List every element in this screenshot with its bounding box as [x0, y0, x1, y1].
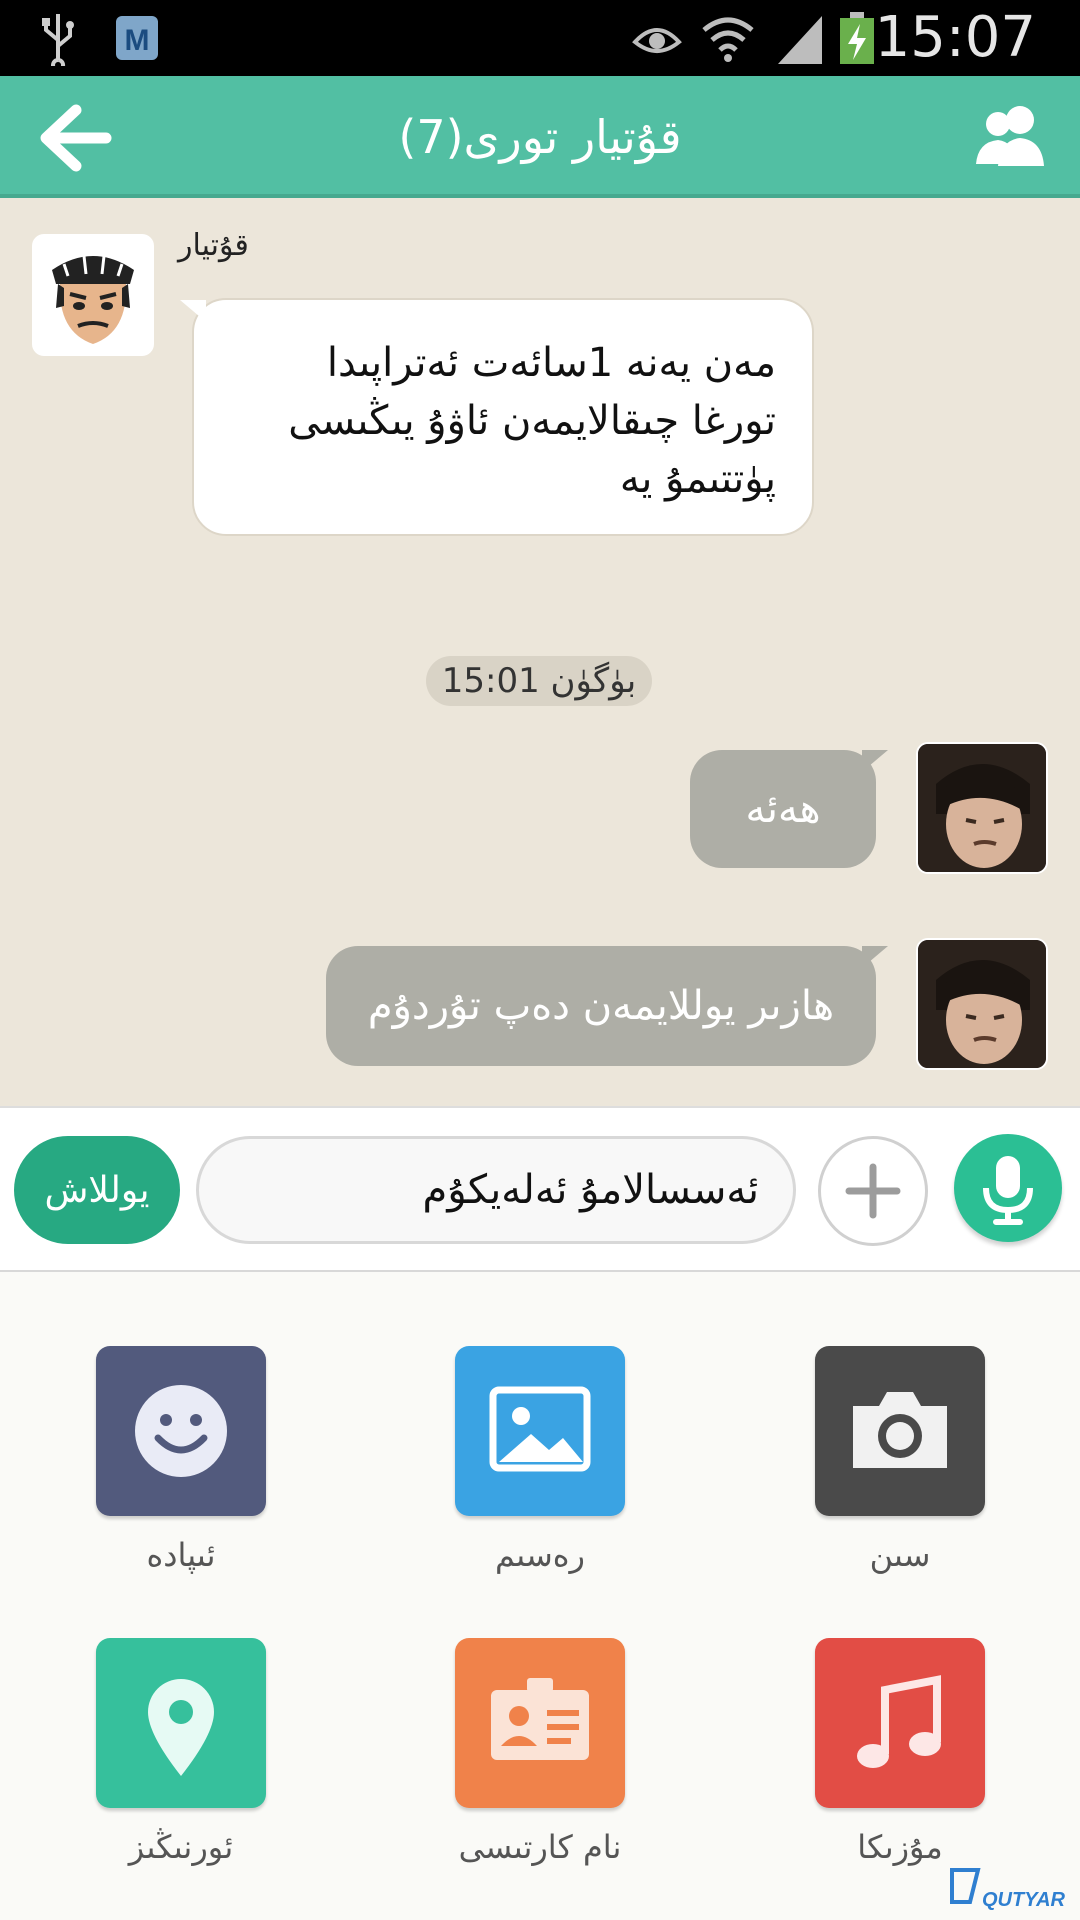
- logo-text: QUTYAR: [982, 1889, 1066, 1911]
- emoji-label: ئىپادە: [146, 1536, 216, 1574]
- sender-name: قۇتيار: [178, 228, 249, 263]
- smiley-icon: [135, 1385, 227, 1477]
- plus-icon: [845, 1163, 901, 1219]
- sender-avatar[interactable]: [32, 234, 154, 356]
- music-label: مۇزىكا: [857, 1828, 943, 1866]
- message-line: پۈتتىمۇ يە: [619, 456, 776, 502]
- user-photo-avatar: [918, 744, 1046, 872]
- app-shield-icon: M: [116, 16, 158, 60]
- contact-card-button[interactable]: [455, 1638, 625, 1808]
- chat-area[interactable]: قۇتيار مەن يەنە 1سائەت ئەتراپىدا تورغا چ…: [0, 198, 1080, 1106]
- voice-button[interactable]: [954, 1134, 1062, 1242]
- location-button[interactable]: [96, 1638, 266, 1808]
- outgoing-message-bubble[interactable]: ھەئە: [690, 750, 888, 868]
- emoji-button[interactable]: [96, 1346, 266, 1516]
- message-text: ھازىر يوللايمەن دەپ تۇردۇم: [367, 983, 835, 1029]
- send-button[interactable]: يوللاش: [14, 1136, 180, 1244]
- qutyar-logo: QUTYAR: [950, 1868, 1066, 1911]
- outgoing-message-bubble[interactable]: ھازىر يوللايمەن دەپ تۇردۇم: [326, 946, 888, 1066]
- signal-icon: [778, 16, 822, 64]
- message-input-bar: يوللاش: [0, 1106, 1080, 1272]
- arrow-left-icon[interactable]: [36, 98, 116, 178]
- image-icon: [489, 1386, 591, 1472]
- chat-header: قۇتيار تورى(7): [0, 76, 1080, 198]
- location-pin-icon: [148, 1679, 214, 1776]
- group-members-icon[interactable]: [970, 96, 1050, 176]
- microphone-icon: [983, 1156, 1033, 1225]
- image-button[interactable]: [455, 1346, 625, 1516]
- usb-icon: [42, 14, 74, 66]
- location-label: ئورنىڭىز: [128, 1828, 234, 1866]
- clock: 15:07: [874, 5, 1036, 70]
- image-label: رەسىم: [495, 1536, 585, 1574]
- message-line: مەن يەنە 1سائەت ئەتراپىدا: [326, 340, 776, 386]
- eye-icon: [632, 28, 682, 53]
- user-avatar[interactable]: [916, 938, 1048, 1070]
- status-bar: M 15:07: [0, 0, 1080, 76]
- incoming-message-bubble[interactable]: مەن يەنە 1سائەت ئەتراپىدا تورغا چىقالايم…: [180, 298, 814, 536]
- attach-button[interactable]: [818, 1136, 928, 1246]
- contact-card-icon: [491, 1678, 589, 1760]
- wifi-icon: [702, 17, 754, 62]
- camera-label: سىن: [869, 1536, 931, 1574]
- music-button[interactable]: [815, 1638, 985, 1808]
- battery-charging-icon: [840, 12, 874, 64]
- svg-text:M: M: [125, 24, 150, 57]
- message-line: تورغا چىقالايمەن ئاۋۇ يىڭىسى: [288, 398, 776, 444]
- camera-button[interactable]: [815, 1346, 985, 1516]
- chat-title: قۇتيار تورى(7): [398, 110, 682, 164]
- user-photo-avatar: [918, 940, 1046, 1068]
- cartoon-man-avatar: [34, 236, 152, 354]
- timestamp-pill: بۈگۈن 15:01: [426, 656, 652, 706]
- contact-card-label: نام كارتىسى: [458, 1828, 622, 1866]
- user-avatar[interactable]: [916, 742, 1048, 874]
- attachment-panel: ئىپادە رەسىم سىن ئورنىڭىز نام كارتىسى مۇ…: [0, 1272, 1080, 1920]
- message-text: ھەئە: [745, 786, 821, 832]
- music-note-icon: [857, 1675, 941, 1768]
- message-input[interactable]: [196, 1136, 796, 1244]
- camera-icon: [853, 1392, 947, 1468]
